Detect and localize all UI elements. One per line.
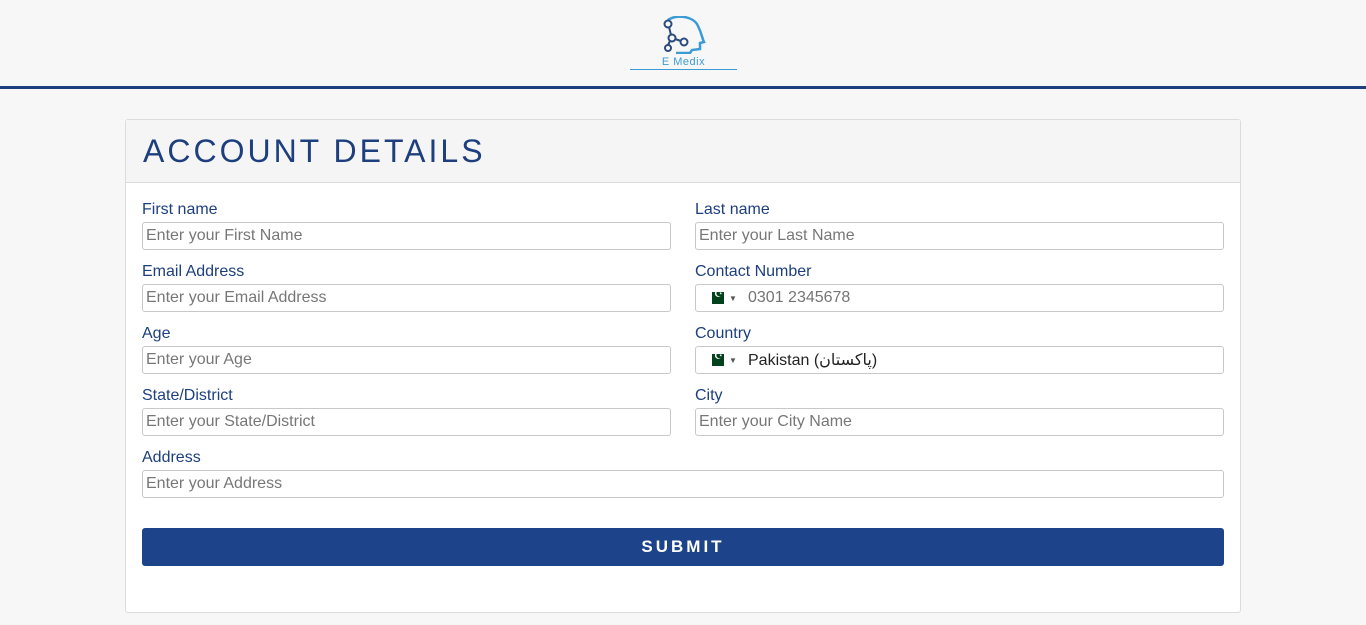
country-label: Country bbox=[695, 325, 752, 342]
pakistan-flag-icon bbox=[708, 289, 724, 304]
age-input[interactable] bbox=[142, 346, 671, 374]
first-name-field: First name bbox=[142, 200, 671, 250]
contact-number-field: Contact Number ▼ bbox=[695, 262, 1224, 312]
email-field: Email Address bbox=[142, 262, 671, 312]
country-field: Country ▼ Pakistan (‫پاکستان‬‎) bbox=[695, 324, 1224, 374]
contact-number-label: Contact Number bbox=[695, 263, 812, 280]
first-name-input[interactable] bbox=[142, 222, 671, 250]
address-field: Address bbox=[142, 448, 1224, 498]
country-select[interactable]: ▼ Pakistan (‫پاکستان‬‎) bbox=[695, 346, 1224, 374]
first-name-label: First name bbox=[142, 201, 218, 218]
state-field: State/District bbox=[142, 386, 671, 436]
age-field: Age bbox=[142, 324, 671, 374]
state-input[interactable] bbox=[142, 408, 671, 436]
page-title: ACCOUNT DETAILS bbox=[143, 133, 486, 169]
contact-country-selector[interactable]: ▼ bbox=[696, 285, 740, 311]
email-input[interactable] bbox=[142, 284, 671, 312]
age-label: Age bbox=[142, 325, 171, 342]
last-name-input[interactable] bbox=[695, 222, 1224, 250]
state-label: State/District bbox=[142, 387, 233, 404]
card-header: ACCOUNT DETAILS bbox=[126, 120, 1240, 183]
contact-number-wrapper: ▼ bbox=[695, 284, 1224, 312]
logo-text: E Medix bbox=[661, 56, 706, 68]
city-input[interactable] bbox=[695, 408, 1224, 436]
country-flag-selector[interactable]: ▼ bbox=[696, 347, 740, 373]
emedix-logo[interactable]: E Medix bbox=[630, 12, 737, 72]
last-name-label: Last name bbox=[695, 201, 770, 218]
top-bar: E Medix bbox=[0, 0, 1366, 89]
country-value: Pakistan (‫پاکستان‬‎) bbox=[748, 352, 878, 369]
address-input[interactable] bbox=[142, 470, 1224, 498]
chevron-down-icon: ▼ bbox=[729, 355, 737, 365]
chevron-down-icon: ▼ bbox=[729, 293, 737, 303]
head-network-icon bbox=[663, 16, 706, 54]
address-label: Address bbox=[142, 449, 201, 466]
city-label: City bbox=[695, 387, 723, 404]
logo-underline bbox=[630, 69, 737, 70]
pakistan-flag-icon bbox=[708, 351, 724, 366]
email-label: Email Address bbox=[142, 263, 245, 280]
last-name-field: Last name bbox=[695, 200, 1224, 250]
submit-button[interactable]: SUBMIT bbox=[142, 528, 1224, 566]
city-field: City bbox=[695, 386, 1224, 436]
account-details-card: ACCOUNT DETAILS First name Last name Ema… bbox=[125, 119, 1241, 613]
contact-number-input[interactable] bbox=[740, 285, 1223, 311]
